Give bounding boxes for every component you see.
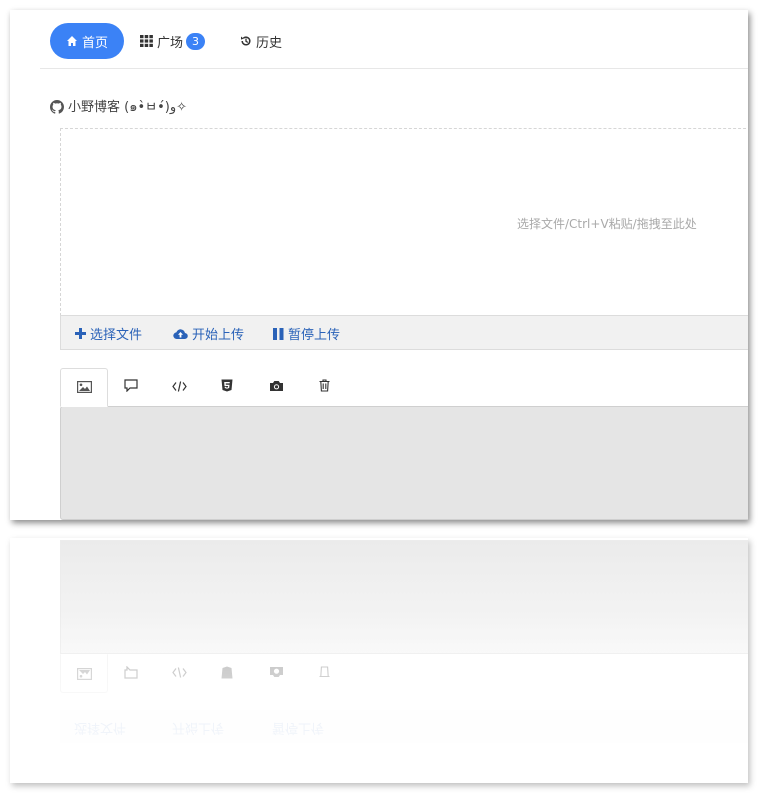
github-icon <box>50 99 64 114</box>
reflected-image-icon <box>76 664 92 683</box>
reflected-image-tab <box>60 654 108 693</box>
main-card: 首页 广场 3 历史 小野博客 (๑•̀ㅂ•́)و✧ 选择文件/Ctrl+V粘贴… <box>10 10 748 520</box>
home-icon <box>66 35 78 47</box>
output-tabs <box>60 368 748 407</box>
nav-plaza[interactable]: 广场 3 <box>140 23 206 59</box>
upload-dropzone[interactable]: 选择文件/Ctrl+V粘贴/拖拽至此处 <box>60 128 748 316</box>
reflected-panel <box>60 540 748 654</box>
grid-icon <box>140 35 153 47</box>
reflected-tabs <box>60 654 748 693</box>
reflected-trash-icon <box>301 654 347 691</box>
plaza-count-badge: 3 <box>186 32 206 50</box>
code-icon <box>171 377 187 396</box>
nav-home-label: 首页 <box>81 35 108 51</box>
dropzone-hint: 选择文件/Ctrl+V粘贴/拖拽至此处 <box>517 217 697 231</box>
pause-upload-label: 暂停上传 <box>288 328 341 343</box>
reflected-comment-icon <box>108 654 154 691</box>
comment-icon <box>124 377 138 396</box>
start-upload-button[interactable]: 开始上传 <box>173 324 244 343</box>
html5-icon <box>221 377 233 396</box>
pause-icon <box>273 327 284 340</box>
reflected-code-icon <box>156 654 202 691</box>
plus-icon <box>75 328 86 339</box>
reflected-html5-icon <box>204 654 250 691</box>
nav-home[interactable]: 首页 <box>50 23 124 59</box>
reflected-pause-label: 暂停上传 <box>272 720 325 735</box>
reflected-start-label: 开始上传 <box>172 720 225 735</box>
image-icon <box>76 378 92 397</box>
blog-link[interactable]: 小野博客 (๑•̀ㅂ•́)و✧ <box>50 96 187 117</box>
camera-icon <box>269 377 284 396</box>
pause-upload-button[interactable]: 暂停上传 <box>273 324 340 343</box>
cloud-upload-icon <box>173 328 188 340</box>
reflected-select-label: 选择文件 <box>74 720 127 735</box>
output-panel[interactable] <box>60 406 748 520</box>
tab-screenshot[interactable] <box>253 368 299 405</box>
tab-image[interactable] <box>60 368 108 407</box>
top-nav: 首页 广场 3 历史 <box>40 10 748 69</box>
reflected-camera-icon <box>253 654 299 691</box>
reflected-upload-toolbar: 选择文件 开始上传 暂停上传 <box>60 710 748 743</box>
card-reflection: 选择文件 开始上传 暂停上传 <box>10 538 748 783</box>
start-upload-label: 开始上传 <box>192 328 245 343</box>
select-file-button[interactable]: 选择文件 <box>75 324 142 343</box>
select-file-label: 选择文件 <box>90 328 143 343</box>
trash-icon <box>319 377 330 396</box>
history-icon <box>240 35 252 47</box>
nav-history[interactable]: 历史 <box>240 23 282 59</box>
tab-comment[interactable] <box>108 368 154 405</box>
nav-plaza-label: 广场 <box>157 35 184 51</box>
tab-delete[interactable] <box>301 368 347 405</box>
blog-title: 小野博客 (๑•̀ㅂ•́)و✧ <box>68 100 188 115</box>
tab-html[interactable] <box>204 368 250 405</box>
tab-code[interactable] <box>156 368 202 405</box>
nav-history-label: 历史 <box>256 35 283 51</box>
upload-toolbar: 选择文件 开始上传 暂停上传 <box>60 315 748 350</box>
